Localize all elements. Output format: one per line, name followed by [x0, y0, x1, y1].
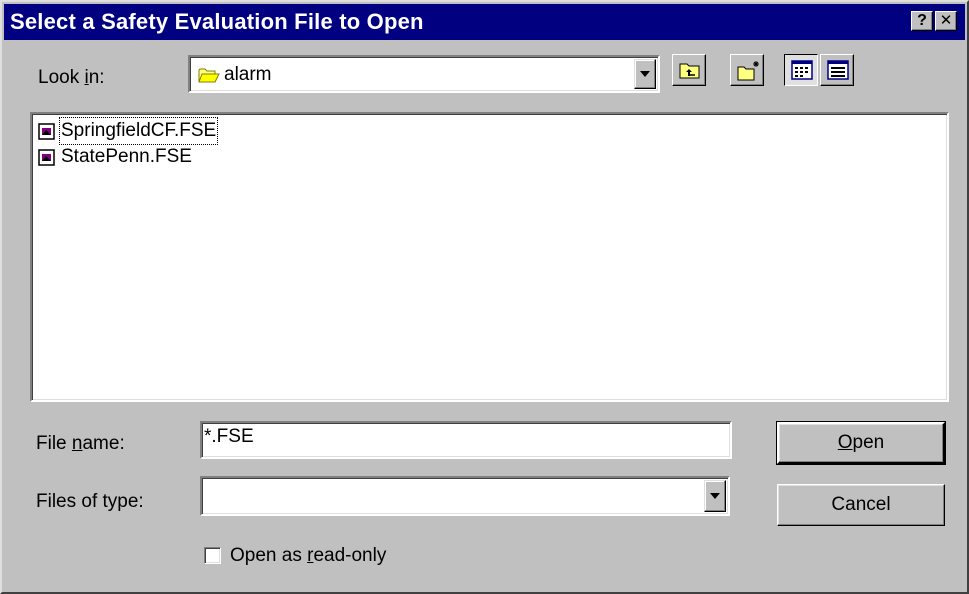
- list-view-icon: [791, 60, 813, 80]
- cancel-button[interactable]: Cancel: [777, 484, 945, 526]
- help-icon: ?: [917, 12, 927, 29]
- title-bar[interactable]: Select a Safety Evaluation File to Open …: [4, 4, 965, 40]
- read-only-label[interactable]: Open as read-only: [230, 544, 386, 568]
- look-in-dropdown-button[interactable]: [634, 59, 656, 89]
- details-view-icon: [827, 60, 849, 80]
- up-one-level-button[interactable]: [672, 54, 706, 86]
- file-name-label: SpringfieldCF.FSE: [58, 117, 219, 145]
- dialog-title: Select a Safety Evaluation File to Open: [10, 9, 424, 34]
- file-name-label: StatePenn.FSE: [61, 146, 192, 167]
- look-in-value: alarm: [224, 64, 272, 85]
- open-button[interactable]: Open: [776, 421, 946, 465]
- close-button[interactable]: ✕: [935, 11, 957, 31]
- file-name-label: File name:: [36, 433, 125, 454]
- file-name-input[interactable]: *.FSE: [200, 421, 732, 459]
- files-of-type-label: Files of type:: [36, 491, 144, 512]
- new-folder-icon: [737, 61, 759, 81]
- folder-icon: [198, 68, 220, 83]
- close-icon: ✕: [939, 12, 953, 29]
- read-only-checkbox[interactable]: [204, 547, 221, 564]
- files-of-type-dropdown-button[interactable]: [704, 480, 726, 512]
- fse-file-icon: [38, 123, 55, 140]
- open-file-dialog: Select a Safety Evaluation File to Open …: [0, 0, 969, 594]
- list-view-button[interactable]: [784, 54, 818, 86]
- help-button[interactable]: ?: [911, 11, 933, 31]
- create-new-folder-button[interactable]: [730, 54, 764, 86]
- look-in-label: Look in:: [38, 67, 105, 88]
- up-folder-icon: [679, 63, 700, 79]
- file-name-value: *.FSE: [204, 426, 254, 447]
- details-view-button[interactable]: [820, 54, 854, 86]
- files-of-type-combobox[interactable]: [200, 476, 730, 516]
- file-list[interactable]: SpringfieldCF.FSE StatePenn.FSE: [30, 112, 949, 402]
- fse-file-icon: [38, 149, 55, 166]
- look-in-combobox[interactable]: alarm: [188, 55, 660, 93]
